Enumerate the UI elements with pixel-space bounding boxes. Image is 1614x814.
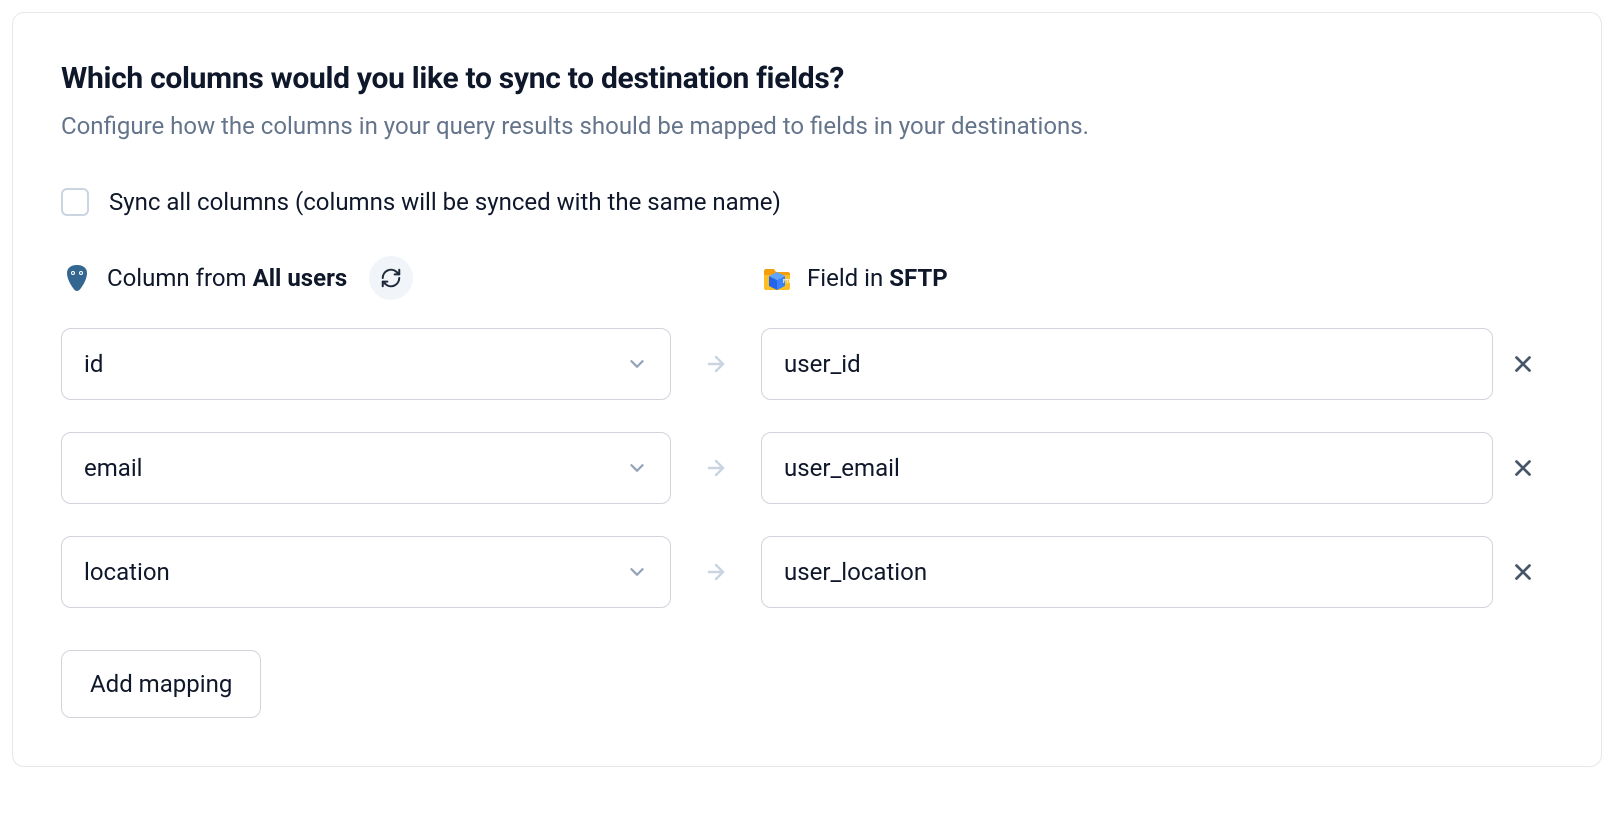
close-icon [1510, 351, 1536, 377]
remove-mapping-button[interactable] [1493, 559, 1553, 585]
mapping-row: email [61, 432, 1553, 504]
source-header: Column from All users [61, 256, 671, 300]
chevron-down-icon [626, 561, 648, 583]
sftp-icon: FTP [761, 262, 793, 294]
page-subtitle: Configure how the columns in your query … [61, 112, 1553, 140]
source-header-text: Column from All users [107, 264, 347, 292]
source-prefix: Column from [107, 264, 253, 292]
remove-mapping-button[interactable] [1493, 351, 1553, 377]
add-mapping-button[interactable]: Add mapping [61, 650, 261, 718]
chevron-down-icon [626, 353, 648, 375]
source-column-select[interactable]: location [61, 536, 671, 608]
remove-mapping-button[interactable] [1493, 455, 1553, 481]
chevron-down-icon [626, 457, 648, 479]
refresh-icon [380, 267, 402, 289]
source-column-select[interactable]: email [61, 432, 671, 504]
mapping-headers: Column from All users [61, 256, 1553, 300]
source-column-value: location [84, 558, 170, 586]
mapping-row: location [61, 536, 1553, 608]
column-mapping-card: Which columns would you like to sync to … [12, 12, 1602, 767]
arrow-right-icon [671, 352, 761, 376]
page-title: Which columns would you like to sync to … [61, 61, 1553, 96]
destination-header-text: Field in SFTP [807, 264, 948, 292]
destination-name: SFTP [889, 264, 948, 292]
arrow-right-icon [671, 456, 761, 480]
source-column-select[interactable]: id [61, 328, 671, 400]
svg-text:FTP: FTP [783, 279, 793, 285]
refresh-button[interactable] [369, 256, 413, 300]
destination-field-input[interactable] [761, 536, 1493, 608]
destination-field-input[interactable] [761, 328, 1493, 400]
destination-header: FTP Field in SFTP [761, 262, 1493, 294]
source-column-value: email [84, 454, 143, 482]
source-column-value: id [84, 350, 103, 378]
sync-all-row: Sync all columns (columns will be synced… [61, 188, 1553, 216]
sync-all-checkbox[interactable] [61, 188, 89, 216]
sync-all-label: Sync all columns (columns will be synced… [109, 188, 781, 216]
arrow-right-icon [671, 560, 761, 584]
close-icon [1510, 455, 1536, 481]
mapping-row: id [61, 328, 1553, 400]
close-icon [1510, 559, 1536, 585]
source-name: All users [253, 264, 348, 292]
destination-prefix: Field in [807, 264, 889, 292]
postgres-icon [61, 262, 93, 294]
destination-field-input[interactable] [761, 432, 1493, 504]
